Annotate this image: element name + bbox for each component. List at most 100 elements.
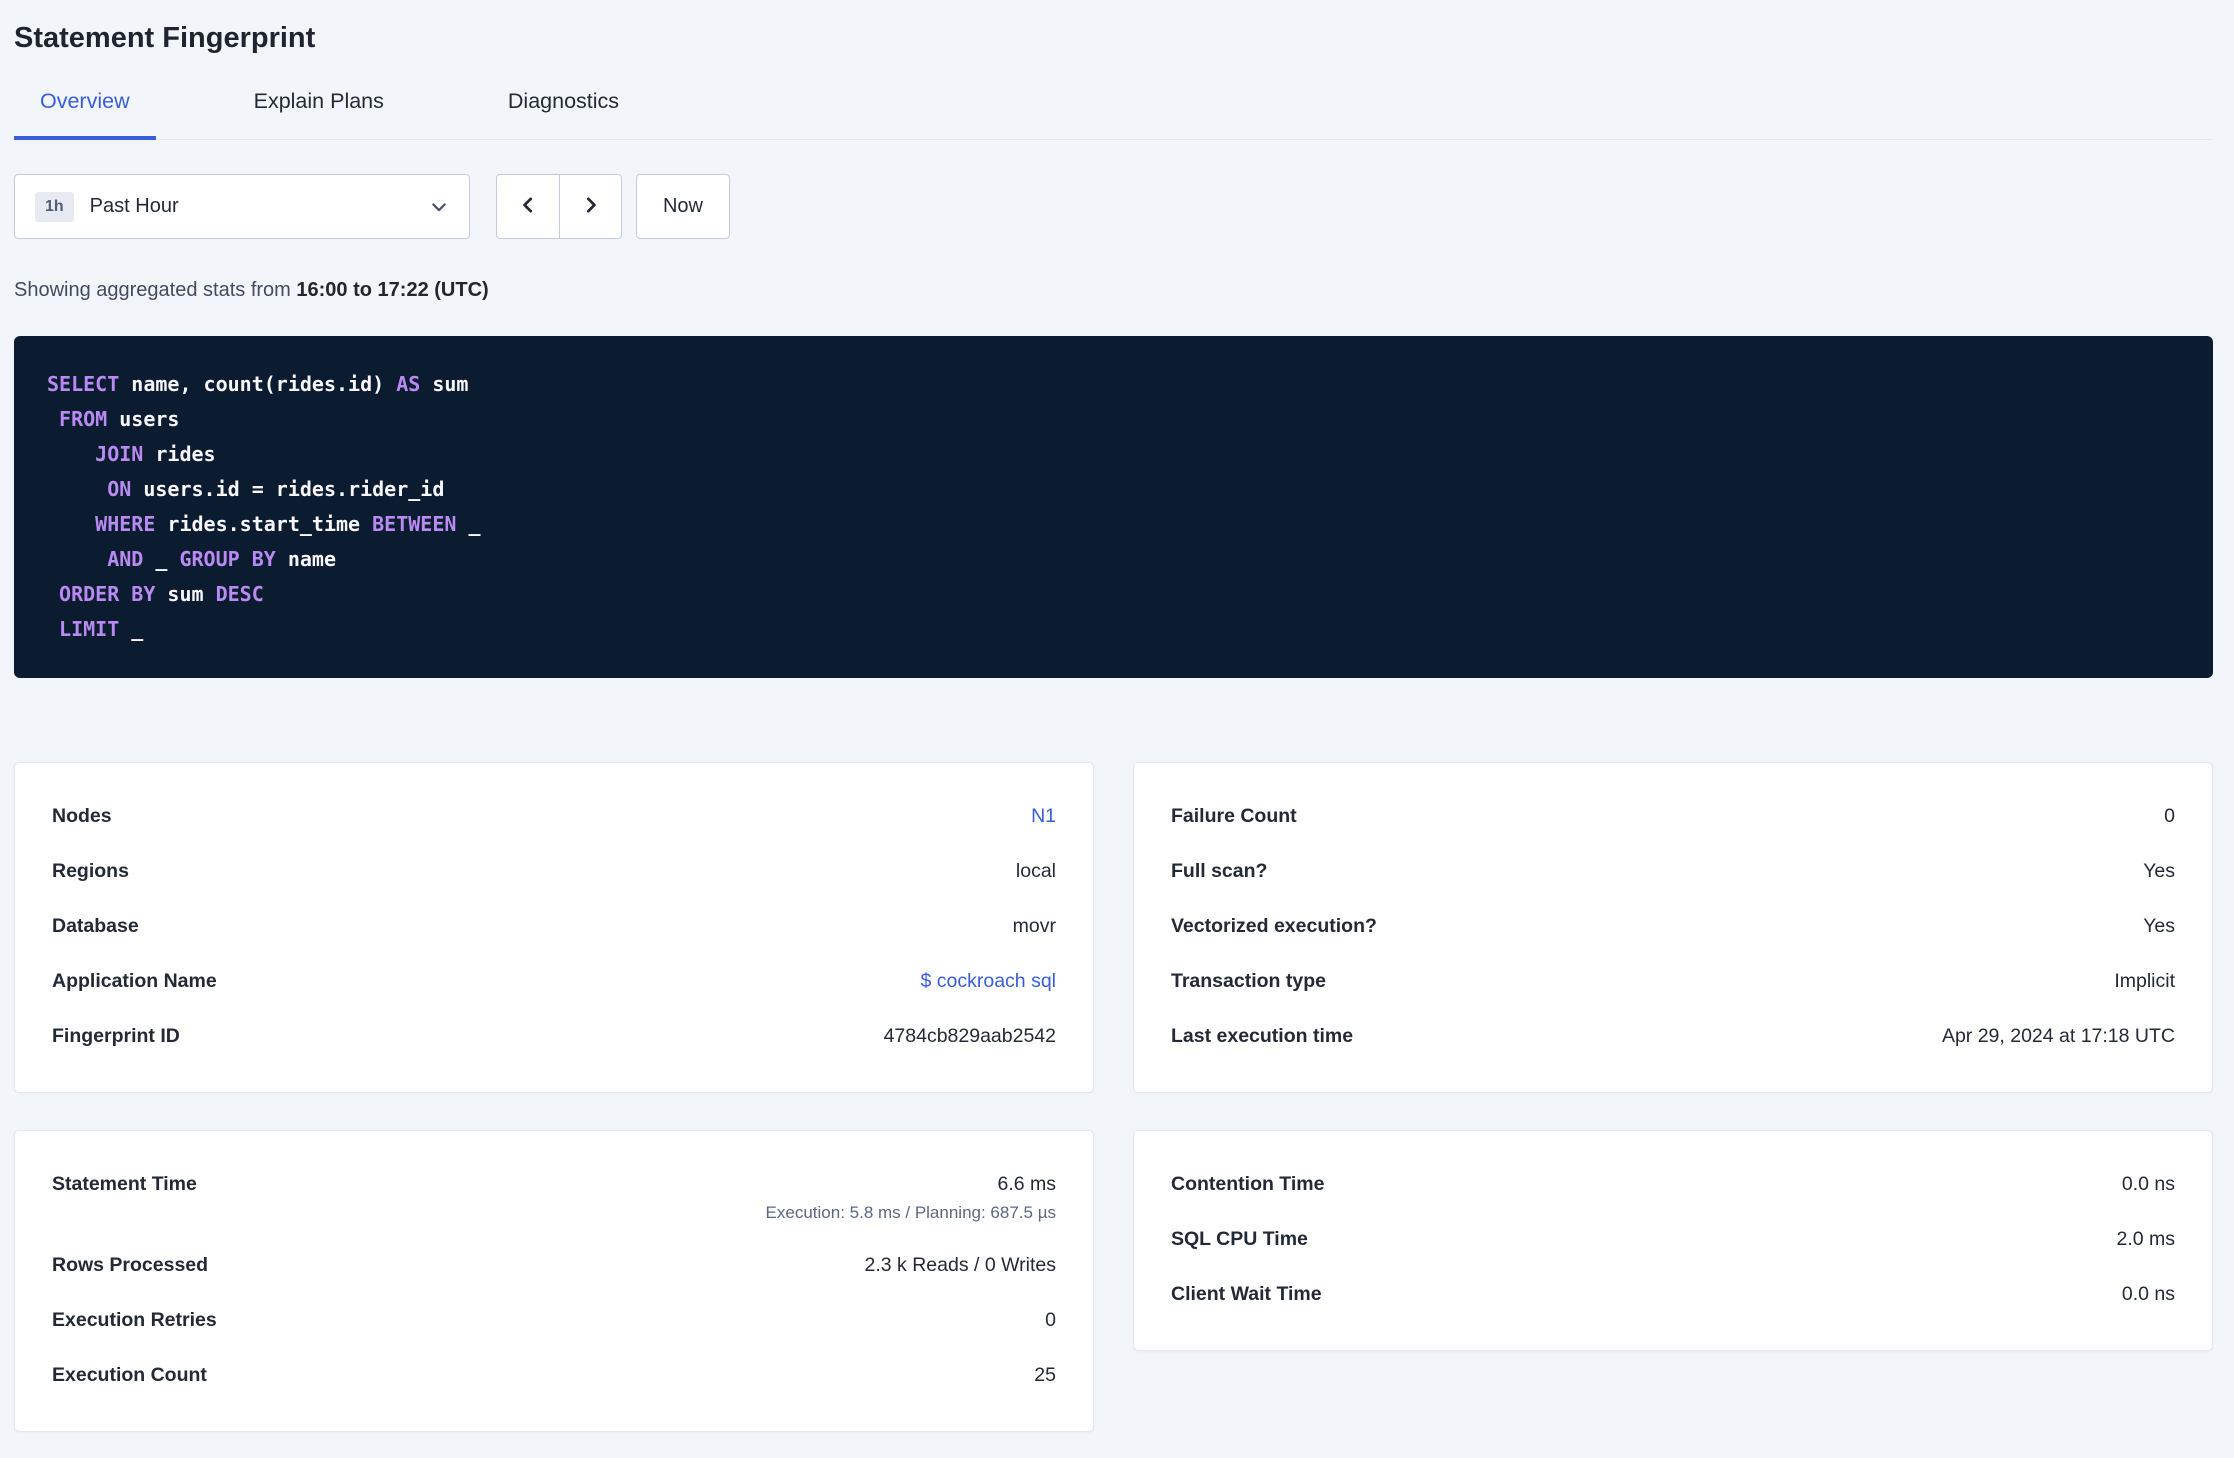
timing-cards-row: Statement Time 6.6 ms Execution: 5.8 ms / … [14, 1130, 2213, 1432]
prev-period-button[interactable] [497, 175, 559, 238]
stat-value: Implicit [2114, 970, 2175, 992]
sql-keyword-token: DESC [215, 582, 264, 606]
stat-row: Application Name $ cockroach sql [52, 954, 1056, 1009]
stat-row: Regions local [52, 844, 1056, 899]
chevron-down-icon [429, 197, 449, 217]
statement-fingerprint-page: Statement Fingerprint Overview Explain P… [0, 0, 2234, 1432]
stat-value: 0.0 ns [2121, 1173, 2175, 1195]
stat-row: Vectorized execution? Yes [1171, 899, 2175, 954]
stat-subvalue: Execution: 5.8 ms / Planning: 687.5 µs [765, 1203, 1056, 1222]
sql-keyword-token: ORDER BY [59, 582, 156, 606]
stat-label: Nodes [52, 805, 112, 827]
stat-row: Execution Count 25 [52, 1348, 1056, 1403]
stat-right: 2.0 ms [2116, 1226, 2175, 1253]
stat-row: Contention Time 0.0 ns [1171, 1157, 2175, 1212]
tab-overview[interactable]: Overview [14, 80, 156, 140]
sql-keyword-token: AS [396, 372, 421, 396]
sql-line: SELECT name, count(rides.id) AS sum [47, 367, 2180, 402]
stat-label: Regions [52, 860, 129, 882]
stat-value: 0 [1045, 1309, 1056, 1331]
sql-line: ORDER BY sum DESC [47, 577, 2180, 612]
sql-text-token [47, 407, 59, 431]
stat-row: Full scan? Yes [1171, 844, 2175, 899]
tab-bar: Overview Explain Plans Diagnostics [14, 80, 2213, 140]
tab-diagnostics[interactable]: Diagnostics [482, 80, 645, 140]
sql-text-token [47, 582, 59, 606]
stat-label: Application Name [52, 970, 217, 992]
aggregated-stats-line: Showing aggregated stats from 16:00 to 1… [14, 279, 2213, 302]
overview-cards-row: Nodes N1 Regions local Database movr Applicati… [14, 762, 2213, 1093]
time-controls: 1h Past Hour Now [14, 174, 2213, 239]
sql-text-token [47, 442, 95, 466]
chevron-left-icon [517, 194, 539, 219]
stat-right: 6.6 ms Execution: 5.8 ms / Planning: 687.… [766, 1171, 1056, 1224]
wait-timing-card: Contention Time 0.0 ns SQL CPU Time 2.0 ms C… [1133, 1130, 2213, 1351]
sql-keyword-token: SELECT [47, 372, 120, 396]
stats-line-prefix: Showing aggregated stats from [14, 279, 297, 301]
stat-right: Implicit [2114, 968, 2175, 995]
stat-row: Statement Time 6.6 ms Execution: 5.8 ms / … [52, 1157, 1056, 1238]
stat-value: 6.6 ms [997, 1173, 1056, 1195]
stat-right: 0.0 ns [2122, 1281, 2175, 1308]
sql-line: FROM users [47, 402, 2180, 437]
sql-text-token: users [107, 407, 180, 431]
now-button[interactable]: Now [636, 174, 730, 239]
sql-text-token: name [275, 547, 337, 571]
sql-text-token [47, 617, 59, 641]
next-period-button[interactable] [559, 175, 621, 238]
stat-row: Failure Count 0 [1171, 789, 2175, 844]
chevron-right-icon [580, 194, 602, 219]
time-range-badge: 1h [35, 191, 74, 222]
stat-label: Contention Time [1171, 1173, 1325, 1195]
sql-statement: SELECT name, count(rides.id) AS sum FROM… [14, 336, 2213, 678]
stat-value: Apr 29, 2024 at 17:18 UTC [1941, 1025, 2175, 1047]
stat-value: 25 [1034, 1364, 1056, 1386]
sql-text-token [47, 547, 107, 571]
time-range-picker[interactable]: 1h Past Hour [14, 174, 470, 239]
stat-label: Database [52, 915, 139, 937]
stat-value: Yes [2143, 915, 2175, 937]
stat-right: 2.3 k Reads / 0 Writes [865, 1252, 1056, 1279]
stat-right: Yes [2143, 913, 2175, 940]
stat-right: 25 [1034, 1362, 1056, 1389]
sql-text-token: rides [143, 442, 216, 466]
stat-right: Yes [2143, 858, 2175, 885]
tab-explain-plans[interactable]: Explain Plans [228, 80, 410, 140]
sql-text-token [47, 477, 107, 501]
stat-value-link[interactable]: N1 [1031, 803, 1056, 830]
sql-text-token: _ [119, 617, 144, 641]
sql-text-token: users.id = rides.rider_id [131, 477, 445, 501]
page-title: Statement Fingerprint [14, 22, 316, 54]
sql-line: AND _ GROUP BY name [47, 542, 2180, 577]
sql-line: ON users.id = rides.rider_id [47, 472, 2180, 507]
stat-row: SQL CPU Time 2.0 ms [1171, 1212, 2175, 1267]
sql-keyword-token: BETWEEN [372, 512, 457, 536]
stat-right: N1 [1031, 803, 1056, 830]
stat-value-link[interactable]: $ cockroach sql [921, 968, 1056, 995]
time-pager [496, 174, 622, 239]
sql-text-token [47, 512, 95, 536]
sql-keyword-token: AND [107, 547, 144, 571]
stat-row: Client Wait Time 0.0 ns [1171, 1267, 2175, 1322]
stat-row: Nodes N1 [52, 789, 1056, 844]
stat-row: Fingerprint ID 4784cb829aab2542 [52, 1009, 1056, 1064]
stat-value: 4784cb829aab2542 [883, 1025, 1056, 1047]
stat-value: 2.0 ms [2116, 1228, 2175, 1250]
sql-keyword-token: FROM [59, 407, 108, 431]
stat-right: 0.0 ns [2122, 1171, 2175, 1198]
stat-label: Last execution time [1171, 1025, 1354, 1047]
stat-row: Transaction type Implicit [1171, 954, 2175, 1009]
stat-label: SQL CPU Time [1171, 1228, 1308, 1250]
stat-label: Statement Time [52, 1173, 197, 1195]
sql-keyword-token: GROUP BY [179, 547, 276, 571]
sql-line: LIMIT _ [47, 612, 2180, 647]
stat-label: Fingerprint ID [52, 1025, 180, 1047]
stat-label: Vectorized execution? [1171, 915, 1377, 937]
sql-text-token: _ [456, 512, 481, 536]
sql-keyword-token: WHERE [95, 512, 156, 536]
execution-attributes-card: Failure Count 0 Full scan? Yes Vectorized ex… [1133, 762, 2213, 1093]
stat-value: local [1015, 860, 1056, 882]
stat-value: 0 [2164, 805, 2175, 827]
stat-right: $ cockroach sql [921, 968, 1056, 995]
sql-text-token: _ [143, 547, 180, 571]
